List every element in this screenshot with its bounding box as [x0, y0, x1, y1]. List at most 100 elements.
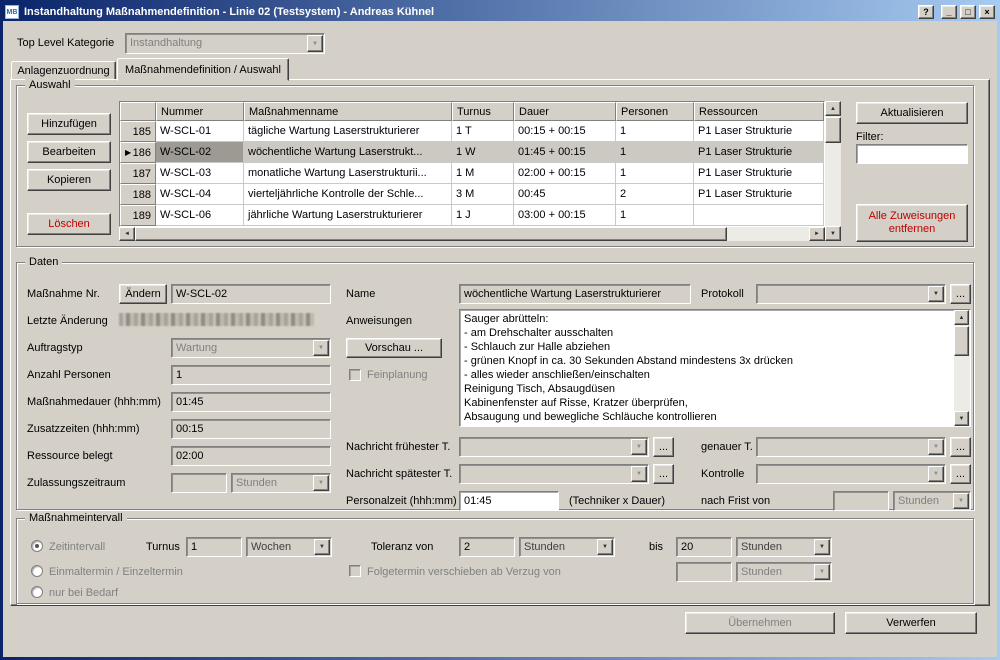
kopieren-button[interactable]: Kopieren — [27, 169, 111, 191]
tab-anlagenzuordnung[interactable]: Anlagenzuordnung — [11, 61, 116, 80]
daten-group-legend: Daten — [25, 256, 62, 269]
scroll-down-icon[interactable]: ▼ — [825, 226, 841, 241]
table-row-selected[interactable]: ▶186 W-SCL-02 wöchentliche Wartung Laser… — [120, 142, 824, 163]
einmaltermin-radio — [31, 565, 43, 577]
table-row[interactable]: 185 W-SCL-01 tägliche Wartung Laserstruk… — [120, 121, 824, 142]
nachricht-fruehester-select[interactable]: ▼ — [459, 437, 649, 457]
vertical-scroll-thumb[interactable] — [825, 117, 841, 143]
anweisungen-text: Sauger abrütteln: - am Drehschalter auss… — [460, 310, 954, 426]
row-header: 189 — [120, 205, 156, 226]
chevron-down-icon: ▼ — [631, 466, 647, 482]
uebernehmen-button: Übernehmen — [685, 612, 835, 634]
kontrolle-select[interactable]: ▼ — [756, 464, 946, 484]
scroll-down-icon[interactable]: ▼ — [954, 411, 969, 426]
cell-personen: 1 — [616, 205, 694, 226]
protokoll-select[interactable]: ▼ — [756, 284, 946, 304]
loeschen-button[interactable]: Löschen — [27, 213, 111, 235]
protokoll-browse-button[interactable]: ... — [950, 284, 971, 304]
vertical-scroll-thumb[interactable] — [954, 326, 969, 356]
minimize-button[interactable]: _ — [941, 5, 957, 19]
cell-ressourcen — [694, 205, 824, 226]
folgetermin-unit-select: Stunden ▼ — [736, 562, 832, 582]
cell-ressourcen: P1 Laser Strukturie — [694, 142, 824, 163]
cell-massnahmenname: jährliche Wartung Laserstrukturierer — [244, 205, 452, 226]
scroll-up-icon[interactable]: ▲ — [825, 101, 841, 116]
aendern-button[interactable]: Ändern — [119, 284, 167, 304]
filter-input[interactable] — [856, 144, 968, 164]
feinplanung-label: Feinplanung — [367, 369, 428, 382]
einmaltermin-label: Einmaltermin / Einzeltermin — [49, 566, 183, 579]
genauer-t-select[interactable]: ▼ — [756, 437, 946, 457]
cell-nummer: W-SCL-04 — [156, 184, 244, 205]
nach-frist-label: nach Frist von — [701, 495, 770, 508]
genauer-t-label: genauer T. — [701, 441, 753, 454]
scroll-right-icon[interactable]: ► — [809, 227, 825, 241]
personalzeit-field[interactable]: 01:45 — [459, 491, 559, 511]
zulassungszeitraum-unit-value: Stunden — [236, 477, 277, 489]
turnus-field[interactable]: 1 — [186, 537, 242, 557]
zusatzzeiten-field: 00:15 — [171, 419, 331, 439]
help-button[interactable]: ? — [918, 5, 934, 19]
chevron-down-icon: ▼ — [307, 35, 323, 52]
row-number: 186 — [133, 147, 151, 159]
row-header: 187 — [120, 163, 156, 184]
column-header-massnahmenname[interactable]: Maßnahmenname — [244, 102, 452, 121]
table-row[interactable]: 188 W-SCL-04 vierteljährliche Kontrolle … — [120, 184, 824, 205]
kontrolle-browse-button[interactable]: ... — [950, 464, 971, 484]
hinzufuegen-button[interactable]: Hinzufügen — [27, 113, 111, 135]
toleranz-von-unit-select[interactable]: Stunden ▼ — [519, 537, 615, 557]
scroll-up-icon[interactable]: ▲ — [954, 310, 969, 325]
table-row[interactable]: 187 W-SCL-03 monatliche Wartung Laserstr… — [120, 163, 824, 184]
vorschau-button[interactable]: Vorschau ... — [346, 338, 442, 358]
nachricht-spaetester-browse-button[interactable]: ... — [653, 464, 674, 484]
tab-massnahmendefinition[interactable]: Maßnahmendefinition / Auswahl — [117, 58, 289, 81]
cell-ressourcen: P1 Laser Strukturie — [694, 163, 824, 184]
maximize-button[interactable]: □ — [960, 5, 976, 19]
zusatzzeiten-label: Zusatzzeiten (hhh:mm) — [27, 423, 139, 436]
cell-ressourcen: P1 Laser Strukturie — [694, 184, 824, 205]
filter-label: Filter: — [856, 131, 884, 144]
folgetermin-label: Folgetermin verschieben ab Verzug von — [367, 566, 561, 579]
turnus-unit-select[interactable]: Wochen ▼ — [246, 537, 332, 557]
column-header-ressourcen[interactable]: Ressourcen — [694, 102, 824, 121]
protokoll-label: Protokoll — [701, 288, 744, 301]
zulassungszeitraum-label: Zulassungszeitraum — [27, 477, 125, 490]
bearbeiten-button[interactable]: Bearbeiten — [27, 141, 111, 163]
table-horizontal-scrollbar[interactable]: ◄ ► — [119, 227, 825, 241]
table-row[interactable]: 189 W-SCL-06 jährliche Wartung Laserstru… — [120, 205, 824, 226]
scroll-left-icon[interactable]: ◄ — [119, 227, 135, 241]
aktualisieren-button[interactable]: Aktualisieren — [856, 102, 968, 124]
nach-frist-unit-select: Stunden ▼ — [893, 491, 971, 511]
column-header-blank[interactable] — [120, 102, 156, 121]
horizontal-scroll-thumb[interactable] — [135, 227, 727, 241]
app-icon: MB — [5, 5, 19, 19]
techniker-hint-label: (Techniker x Dauer) — [569, 495, 665, 508]
nach-frist-unit-value: Stunden — [898, 495, 939, 507]
column-header-turnus[interactable]: Turnus — [452, 102, 514, 121]
zeitintervall-label: Zeitintervall — [49, 541, 105, 554]
chevron-down-icon: ▼ — [313, 475, 329, 491]
toleranz-bis-field[interactable]: 20 — [676, 537, 732, 557]
column-header-personen[interactable]: Personen — [616, 102, 694, 121]
table-vertical-scrollbar[interactable]: ▲ ▼ — [825, 101, 841, 241]
column-header-dauer[interactable]: Dauer — [514, 102, 616, 121]
cell-dauer: 02:00 + 00:15 — [514, 163, 616, 184]
massnahmedauer-label: Maßnahmedauer (hhh:mm) — [27, 396, 161, 409]
kontrolle-label: Kontrolle — [701, 468, 744, 481]
nachricht-fruehester-browse-button[interactable]: ... — [653, 437, 674, 457]
massnahmen-table: Nummer Maßnahmenname Turnus Dauer Person… — [119, 101, 825, 227]
cell-massnahmenname: vierteljährliche Kontrolle der Schle... — [244, 184, 452, 205]
auftragstyp-value: Wartung — [176, 342, 217, 354]
verwerfen-button[interactable]: Verwerfen — [845, 612, 977, 634]
anweisungen-scrollbar[interactable]: ▲ ▼ — [954, 310, 970, 426]
toleranz-von-field[interactable]: 2 — [459, 537, 515, 557]
column-header-nummer[interactable]: Nummer — [156, 102, 244, 121]
nachricht-spaetester-select[interactable]: ▼ — [459, 464, 649, 484]
letzte-aenderung-value-redacted — [119, 313, 314, 326]
genauer-t-browse-button[interactable]: ... — [950, 437, 971, 457]
cell-turnus: 1 M — [452, 163, 514, 184]
close-button[interactable]: × — [979, 5, 995, 19]
alle-zuweisungen-entfernen-button[interactable]: Alle Zuweisungen entfernen — [856, 204, 968, 242]
anweisungen-textarea[interactable]: Sauger abrütteln: - am Drehschalter auss… — [459, 309, 971, 427]
toleranz-bis-unit-select[interactable]: Stunden ▼ — [736, 537, 832, 557]
